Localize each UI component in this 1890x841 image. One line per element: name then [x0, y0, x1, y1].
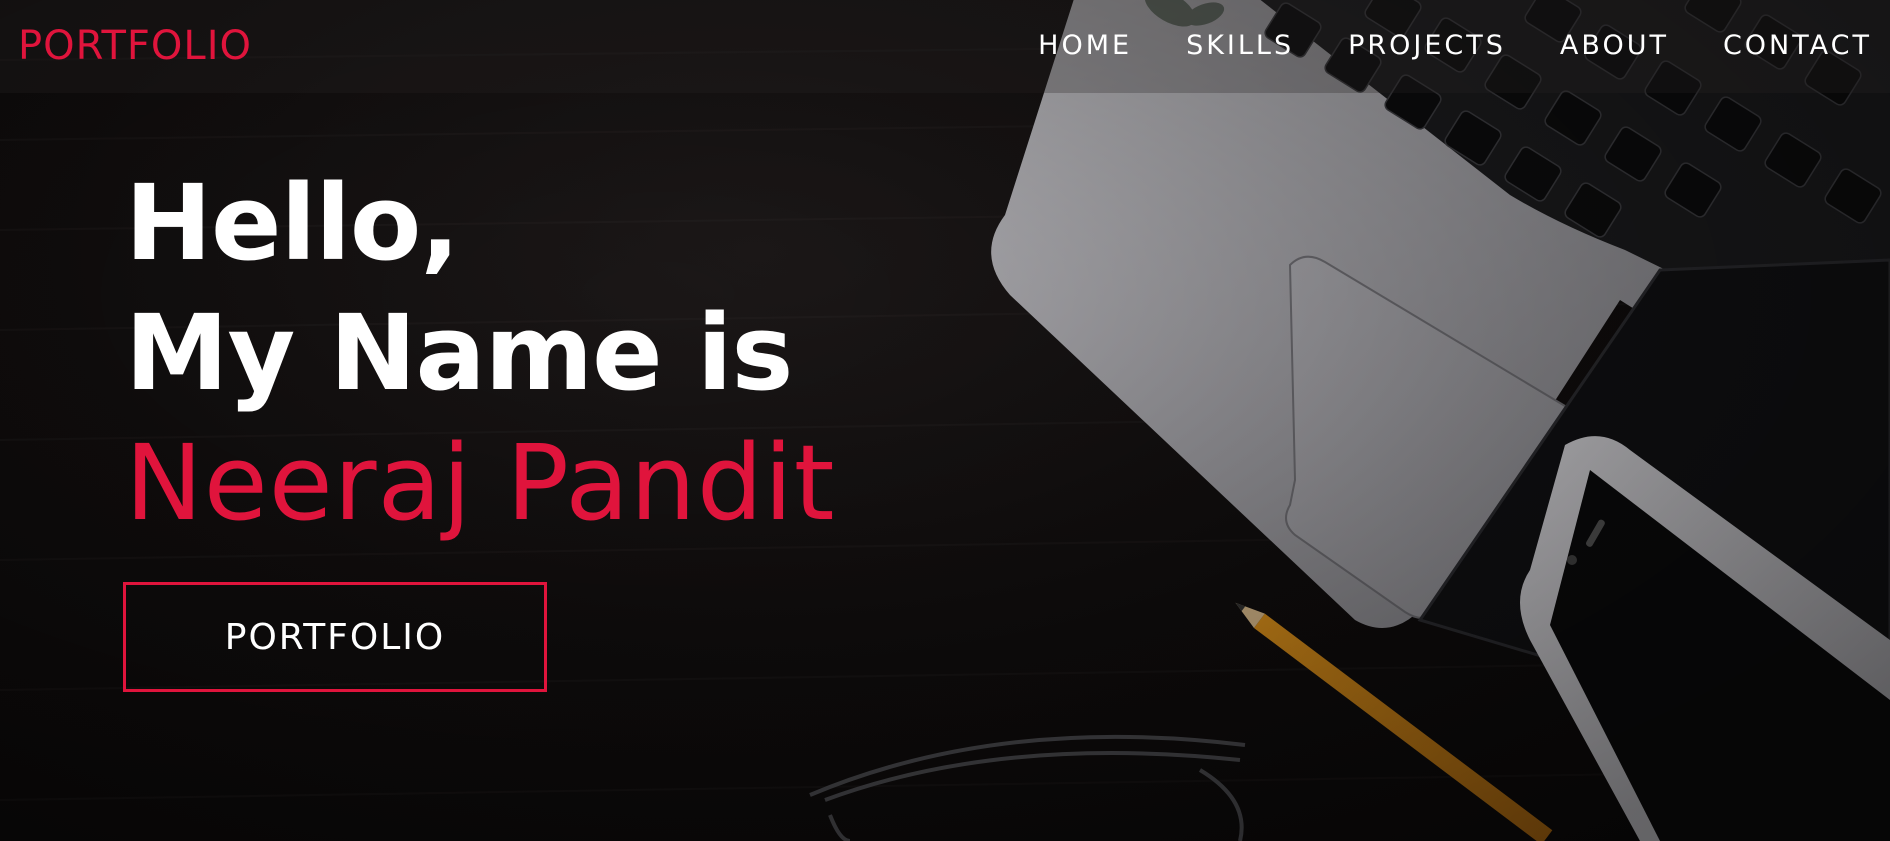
nav-link-home[interactable]: HOME — [1038, 28, 1132, 64]
nav-link-about[interactable]: ABOUT — [1560, 28, 1669, 64]
nav-link-skills[interactable]: SKILLS — [1186, 28, 1294, 64]
nav-link-projects[interactable]: PROJECTS — [1348, 28, 1506, 64]
hero-heading: Hello, My Name is Neeraj Pandit — [125, 158, 836, 548]
nav-link-contact[interactable]: CONTACT — [1723, 28, 1872, 64]
top-navbar: PORTFOLIO HOME SKILLS PROJECTS ABOUT CON… — [0, 0, 1890, 93]
hero-section: PORTFOLIO HOME SKILLS PROJECTS ABOUT CON… — [0, 0, 1890, 841]
hero-intro: My Name is — [125, 292, 793, 414]
hero-greeting: Hello, — [125, 162, 460, 284]
hero-name: Neeraj Pandit — [125, 422, 836, 544]
brand-logo-link[interactable]: PORTFOLIO — [18, 22, 252, 70]
portfolio-button[interactable]: PORTFOLIO — [123, 582, 547, 692]
nav-links: HOME SKILLS PROJECTS ABOUT CONTACT — [984, 28, 1872, 64]
